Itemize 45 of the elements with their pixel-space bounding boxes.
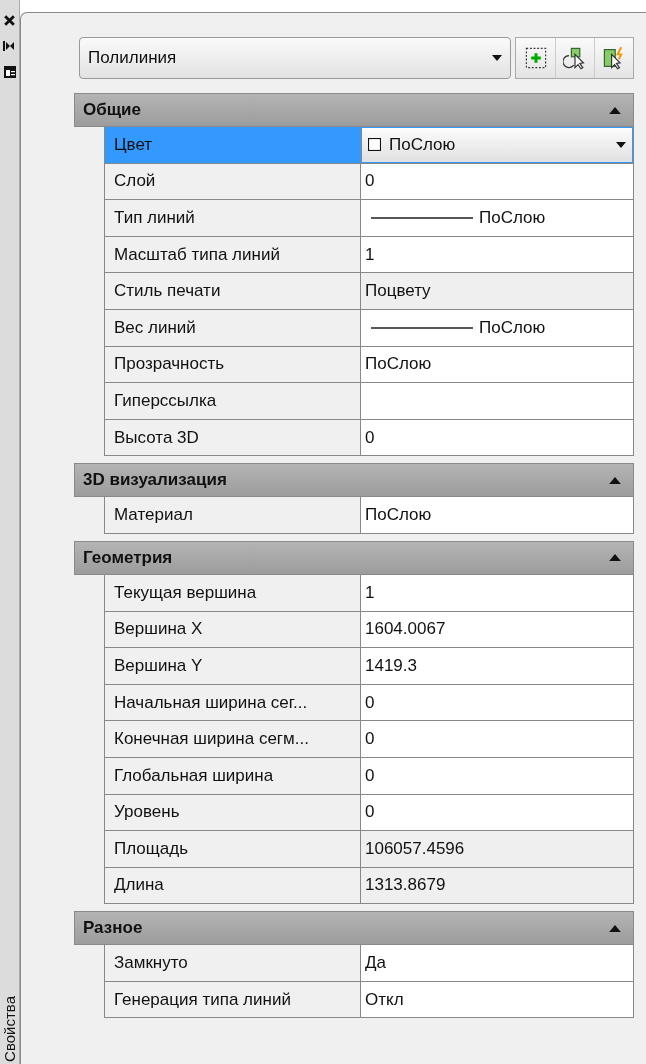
property-value[interactable]: ПоСлою: [361, 346, 633, 383]
cursor-icon: [563, 46, 587, 70]
line-sample-icon: [371, 216, 473, 220]
property-value[interactable]: 1604.0067: [361, 611, 633, 648]
property-value[interactable]: 0: [361, 757, 633, 794]
property-value[interactable]: ПоСлою: [361, 309, 633, 346]
section-title: Разное: [83, 918, 144, 939]
caret-icon: [492, 55, 502, 61]
section-title: Геометрия: [83, 547, 174, 568]
collapse-icon: [609, 924, 621, 932]
collapse-icon: [609, 554, 621, 562]
section-header[interactable]: Общие: [74, 93, 634, 127]
object-type-dropdown[interactable]: Полилиния: [79, 37, 511, 79]
quick-select-button[interactable]: [594, 38, 633, 78]
section-header[interactable]: 3D визуализация: [74, 463, 634, 498]
property-value[interactable]: 0: [361, 684, 633, 721]
property-value[interactable]: 0: [361, 163, 633, 200]
property-value[interactable]: 1: [361, 236, 633, 273]
add-selection-icon: [523, 46, 548, 70]
collapse-icon: [609, 476, 621, 484]
property-name[interactable]: Цвет: [105, 127, 361, 163]
property-value[interactable]: 0: [361, 419, 633, 456]
color-swatch-icon: [368, 138, 381, 152]
collapse-icon: [609, 106, 621, 114]
property-value[interactable]: Откл: [361, 981, 633, 1018]
lightning-cursor-icon: [602, 46, 626, 70]
property-value[interactable]: 0: [361, 794, 633, 831]
toggle-pickadd-button[interactable]: [516, 38, 555, 78]
palette-title: Свойства: [1, 996, 18, 1062]
property-value[interactable]: 1: [361, 574, 633, 611]
auto-hide-icon[interactable]: [2, 39, 17, 53]
color-dropdown[interactable]: ПоСлою: [361, 127, 633, 163]
close-icon[interactable]: [3, 14, 16, 27]
property-value[interactable]: ПоСлою: [361, 497, 633, 533]
property-value[interactable]: 0: [361, 721, 633, 757]
section-header[interactable]: Разное: [74, 911, 634, 946]
property-value[interactable]: Да: [361, 945, 633, 981]
panel-icon[interactable]: [2, 65, 17, 79]
caret-icon: [616, 141, 626, 148]
section-title: Общие: [83, 100, 142, 120]
section-header[interactable]: Геометрия: [74, 540, 634, 575]
property-value[interactable]: ПоСлою: [361, 200, 633, 236]
select-objects-button[interactable]: [555, 38, 594, 78]
section-title: 3D визуализация: [83, 470, 228, 491]
property-value[interactable]: 1419.3: [361, 648, 633, 684]
